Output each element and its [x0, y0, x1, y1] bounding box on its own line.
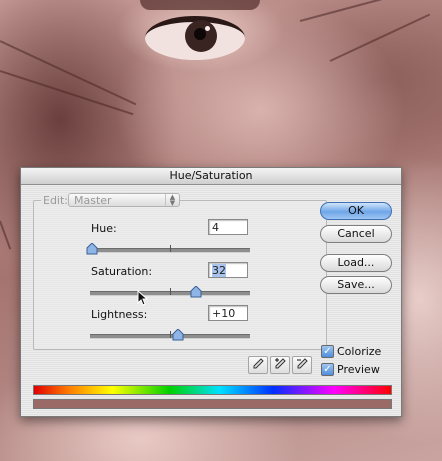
- hair-strand: [329, 13, 431, 62]
- cancel-button[interactable]: Cancel: [320, 225, 392, 243]
- saturation-input[interactable]: 32: [208, 262, 248, 278]
- eyebrow: [140, 0, 260, 10]
- hue-input[interactable]: 4: [208, 219, 248, 235]
- lightness-slider-thumb[interactable]: [172, 329, 184, 341]
- adjustment-group: [33, 200, 327, 350]
- lightness-label: Lightness:: [91, 308, 148, 321]
- colorize-result-bar: [33, 399, 392, 409]
- saturation-value: 32: [212, 264, 226, 277]
- dialog-title: Hue/Saturation: [21, 168, 401, 185]
- hue-saturation-dialog: Hue/Saturation Edit: Master ▲ ▼ Hue: 4 Sa…: [20, 167, 402, 417]
- eyedropper-minus-icon: [297, 358, 308, 369]
- colorize-label: Colorize: [337, 345, 382, 358]
- edit-channel-select[interactable]: Master ▲ ▼: [68, 193, 180, 207]
- edit-label: Edit:: [41, 194, 71, 207]
- hue-center-tick: [170, 245, 171, 252]
- load-button[interactable]: Load...: [320, 254, 392, 272]
- eyedropper-icon: [253, 358, 264, 369]
- hair-strand: [299, 0, 436, 22]
- mouse-cursor-icon: [137, 289, 151, 306]
- hue-slider-thumb[interactable]: [86, 243, 98, 255]
- select-arrows-icon: ▲ ▼: [165, 194, 179, 207]
- saturation-center-tick: [170, 288, 171, 295]
- eyedropper-plus-button[interactable]: [270, 356, 290, 374]
- preview-checkbox[interactable]: ✓: [321, 363, 334, 376]
- eyedropper-minus-button[interactable]: [292, 356, 312, 374]
- eyedropper-plus-icon: [275, 358, 286, 369]
- colorize-checkbox[interactable]: ✓: [321, 345, 334, 358]
- preview-label: Preview: [337, 363, 380, 376]
- hair-strand: [0, 40, 137, 106]
- hue-spectrum-bar: [33, 385, 392, 395]
- lightness-center-tick: [170, 331, 171, 338]
- save-button[interactable]: Save...: [320, 276, 392, 294]
- eyedropper-button[interactable]: [248, 356, 268, 374]
- hue-label: Hue:: [91, 222, 117, 235]
- saturation-label: Saturation:: [91, 265, 153, 278]
- lightness-input[interactable]: +10: [208, 305, 248, 321]
- photo-eye: [145, 10, 250, 62]
- ok-button[interactable]: OK: [320, 202, 392, 220]
- edit-selected-value: Master: [74, 194, 112, 207]
- saturation-slider-thumb[interactable]: [190, 286, 202, 298]
- hair-strand: [0, 220, 12, 250]
